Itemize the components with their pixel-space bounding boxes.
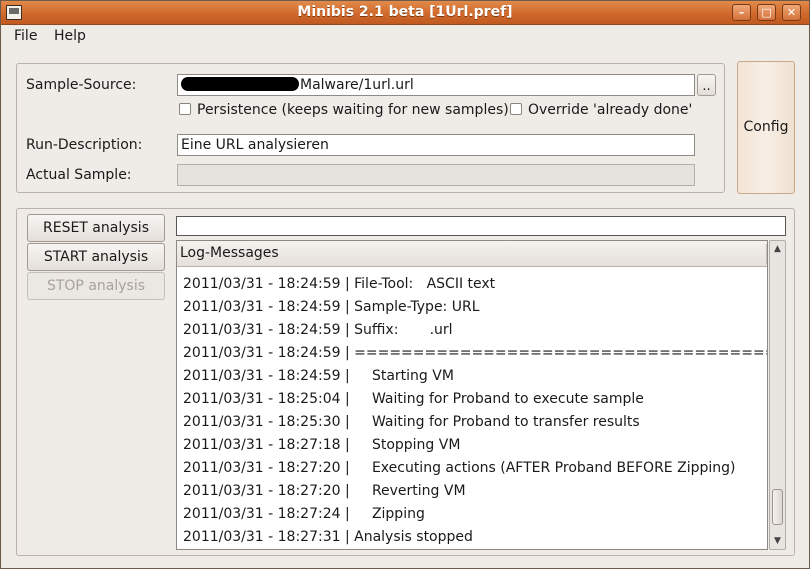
- log-row[interactable]: 2011/03/31 - 18:27:31 | Analysis stopped: [177, 527, 767, 549]
- minimize-icon: –: [738, 6, 745, 19]
- run-description-label: Run-Description:: [26, 137, 143, 153]
- close-icon: ✕: [786, 6, 797, 19]
- window-title: Minibis 2.1 beta [1Url.pref]: [297, 4, 513, 20]
- log-row[interactable]: 2011/03/31 - 18:24:59 | ================…: [177, 343, 767, 366]
- scrollbar-thumb[interactable]: [772, 489, 783, 525]
- log-row[interactable]: 2011/03/31 - 18:27:18 | Stopping VM: [177, 435, 767, 458]
- log-scrollbar[interactable]: ▲ ▼: [769, 240, 786, 550]
- log-row[interactable]: 2011/03/31 - 18:24:59 | File-Tool: ASCII…: [177, 274, 767, 297]
- log-list[interactable]: Log-Messages 2011/03/31 - 18:24:59 | Fil…: [176, 240, 768, 550]
- sample-source-label: Sample-Source:: [26, 77, 137, 93]
- sample-source-input[interactable]: Malware/1url.url: [177, 74, 695, 96]
- log-row[interactable]: 2011/03/31 - 18:27:20 | Executing action…: [177, 458, 767, 481]
- log-row[interactable]: 2011/03/31 - 18:27:20 | Reverting VM: [177, 481, 767, 504]
- maximize-button[interactable]: □: [757, 4, 776, 21]
- browse-button[interactable]: ..: [697, 74, 716, 96]
- config-button[interactable]: Config: [737, 61, 795, 194]
- stop-analysis-button: STOP analysis: [27, 272, 165, 300]
- menu-help[interactable]: Help: [50, 28, 90, 44]
- arrow-up-icon[interactable]: ▲: [771, 242, 784, 256]
- log-row[interactable]: 2011/03/31 - 18:24:59 | Sample-Type: URL: [177, 297, 767, 320]
- menu-file[interactable]: File: [10, 28, 41, 44]
- actual-sample-label: Actual Sample:: [26, 167, 132, 183]
- log-row[interactable]: 2011/03/31 - 18:24:59 | Suffix: .url: [177, 320, 767, 343]
- override-checkbox[interactable]: [510, 103, 522, 115]
- persistence-checkbox[interactable]: [179, 103, 191, 115]
- menu-bar: File Help: [1, 25, 809, 49]
- log-row[interactable]: 2011/03/31 - 18:24:59 | Starting VM: [177, 366, 767, 389]
- arrow-down-icon[interactable]: ▼: [771, 534, 784, 548]
- persistence-label: Persistence (keeps waiting for new sampl…: [197, 102, 509, 118]
- log-column-header[interactable]: Log-Messages: [177, 241, 767, 267]
- persistence-checkbox-row[interactable]: Persistence (keeps waiting for new sampl…: [179, 102, 509, 118]
- actual-sample-field: [177, 164, 695, 186]
- override-checkbox-row[interactable]: Override 'already done': [510, 102, 692, 118]
- maximize-icon: □: [761, 6, 772, 19]
- close-button[interactable]: ✕: [782, 4, 801, 21]
- sample-source-value: Malware/1url.url: [300, 77, 414, 93]
- reset-analysis-button[interactable]: RESET analysis: [27, 214, 165, 242]
- override-label: Override 'already done': [528, 102, 693, 118]
- log-rows: 2011/03/31 - 18:24:59 | File-Tool: ASCII…: [177, 274, 767, 549]
- run-description-input[interactable]: Eine URL analysieren: [177, 134, 695, 156]
- progress-bar: [176, 216, 786, 236]
- log-row[interactable]: 2011/03/31 - 18:25:30 | Waiting for Prob…: [177, 412, 767, 435]
- log-row[interactable]: 2011/03/31 - 18:25:04 | Waiting for Prob…: [177, 389, 767, 412]
- title-bar[interactable]: Minibis 2.1 beta [1Url.pref] – □ ✕: [1, 1, 809, 25]
- minimize-button[interactable]: –: [732, 4, 751, 21]
- start-analysis-button[interactable]: START analysis: [27, 243, 165, 271]
- main-window: Minibis 2.1 beta [1Url.pref] – □ ✕ File …: [0, 0, 810, 569]
- log-row[interactable]: 2011/03/31 - 18:27:24 | Zipping: [177, 504, 767, 527]
- redaction-mark: [181, 77, 299, 91]
